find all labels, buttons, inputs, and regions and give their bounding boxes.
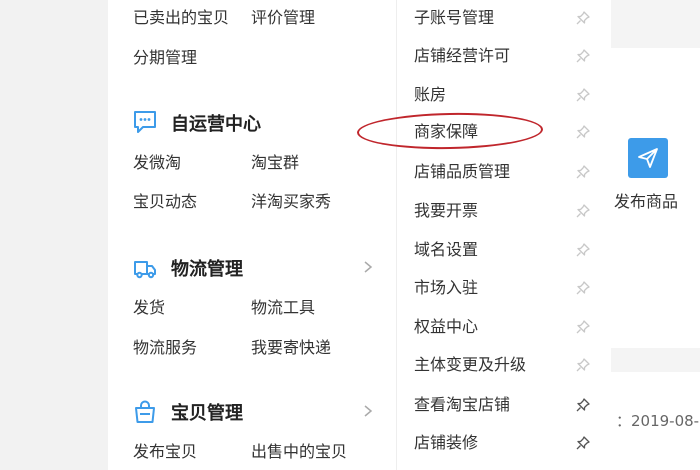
publish-goods-label[interactable]: 发布商品: [614, 188, 678, 212]
link-logistics-tools[interactable]: 物流工具: [251, 298, 315, 318]
pin-icon[interactable]: [575, 357, 591, 373]
link-items-on-sale[interactable]: 出售中的宝贝: [251, 442, 347, 462]
chevron-right-icon[interactable]: [361, 260, 375, 274]
pin-icon[interactable]: [575, 203, 591, 219]
link-ship[interactable]: 发货: [133, 298, 165, 318]
shopping-bag-icon: [135, 400, 155, 423]
section-title-logistics[interactable]: 物流管理: [171, 259, 243, 281]
publish-goods-button[interactable]: [628, 138, 668, 178]
pin-icon[interactable]: [575, 10, 591, 26]
chevron-right-icon[interactable]: [361, 404, 375, 418]
submenu-item-domain-settings[interactable]: 域名设置: [414, 240, 478, 260]
pin-icon[interactable]: [575, 164, 591, 180]
chat-bubble-icon: [134, 111, 156, 133]
submenu-item-invoice[interactable]: 我要开票: [414, 201, 478, 221]
link-send-express[interactable]: 我要寄快递: [251, 338, 331, 358]
submenu-item-market-entry[interactable]: 市场入驻: [414, 278, 478, 298]
link-review-management[interactable]: 评价管理: [251, 8, 315, 28]
pin-icon[interactable]: [575, 48, 591, 64]
pin-icon[interactable]: [575, 280, 591, 296]
section-title-item-management[interactable]: 宝贝管理: [171, 403, 243, 425]
submenu-item-entity-change[interactable]: 主体变更及升级: [414, 355, 526, 375]
paper-plane-icon: [638, 148, 658, 168]
submenu-item-business-license[interactable]: 店铺经营许可: [414, 46, 510, 66]
link-taobao-group[interactable]: 淘宝群: [251, 153, 299, 173]
link-publish-item[interactable]: 发布宝贝: [133, 442, 197, 462]
submenu-item-quality-management[interactable]: 店铺品质管理: [414, 162, 510, 182]
submenu-item-shop-decoration[interactable]: 店铺装修: [414, 433, 478, 453]
submenu-item-view-shop[interactable]: 查看淘宝店铺: [414, 395, 510, 415]
delivery-truck-icon: [134, 261, 156, 279]
link-sold-items[interactable]: 已卖出的宝贝: [133, 8, 229, 28]
submenu-item-accounting[interactable]: 账房: [414, 85, 446, 105]
link-logistics-service[interactable]: 物流服务: [133, 338, 197, 358]
date-text: ：2019-08-: [616, 412, 700, 430]
section-title-self-operation[interactable]: 自运营中心: [171, 114, 261, 136]
link-item-updates[interactable]: 宝贝动态: [133, 192, 197, 212]
link-weitao[interactable]: 发微淘: [133, 153, 181, 173]
left-background-strip: [0, 0, 108, 470]
pin-icon[interactable]: [575, 242, 591, 258]
pin-icon[interactable]: [575, 319, 591, 335]
submenu-item-subaccount[interactable]: 子账号管理: [414, 8, 494, 28]
pin-icon[interactable]: [575, 124, 591, 140]
submenu-item-rights-center[interactable]: 权益中心: [414, 317, 478, 337]
pin-icon[interactable]: [575, 87, 591, 103]
link-buyer-show[interactable]: 洋淘买家秀: [251, 192, 331, 212]
pin-icon-active[interactable]: [575, 397, 591, 413]
pin-icon-active[interactable]: [575, 435, 591, 451]
link-installment-management[interactable]: 分期管理: [133, 48, 197, 68]
